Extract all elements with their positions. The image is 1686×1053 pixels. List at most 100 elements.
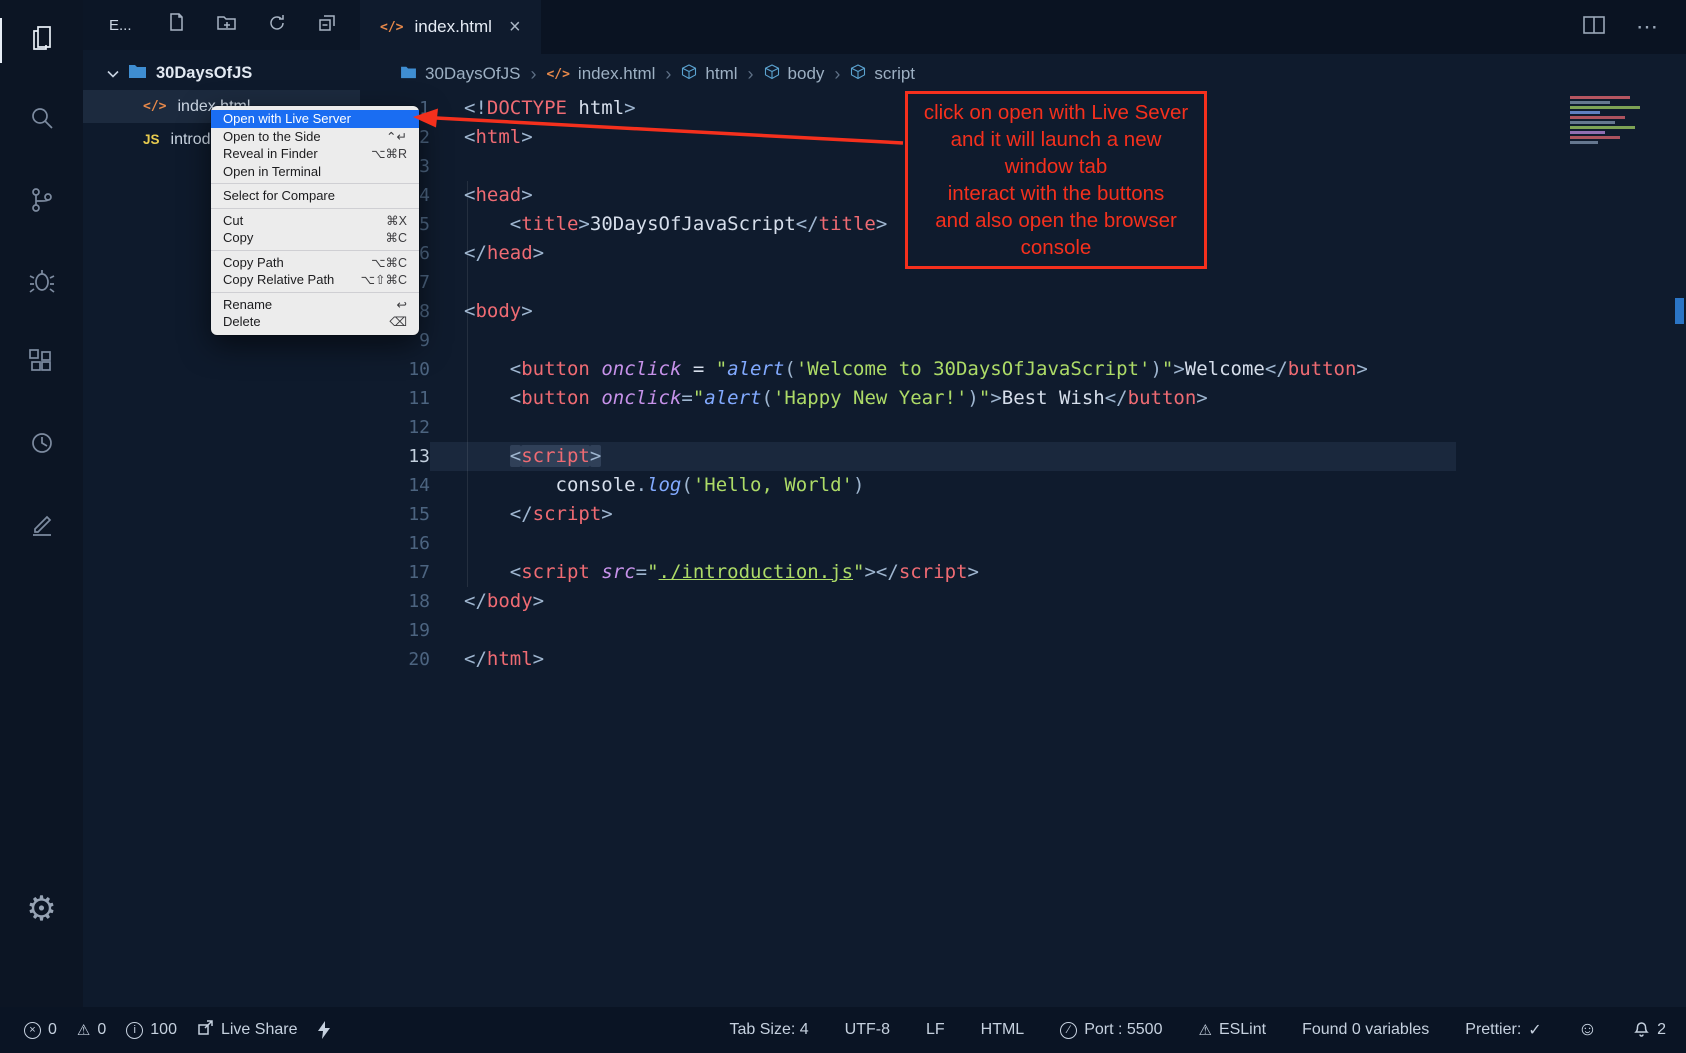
- notifications-bell[interactable]: 2: [1633, 1019, 1666, 1042]
- eslint-indicator[interactable]: ⚠ ESLint: [1198, 1021, 1266, 1039]
- prettier-indicator[interactable]: Prettier: ✓: [1465, 1020, 1541, 1040]
- overview-ruler-marker[interactable]: [1675, 298, 1684, 324]
- code-token: >: [990, 387, 1001, 409]
- new-folder-icon[interactable]: [216, 12, 238, 39]
- split-editor-icon[interactable]: [1582, 14, 1606, 41]
- code-line[interactable]: 8<body>: [360, 297, 1686, 326]
- extensions-view-button[interactable]: [0, 324, 83, 405]
- menu-item-copy[interactable]: Copy ⌘C: [211, 229, 419, 247]
- feedback-smiley-icon[interactable]: ☺: [1578, 1019, 1597, 1041]
- info-icon: i: [126, 1022, 143, 1039]
- breadcrumb-item-html[interactable]: html: [681, 64, 737, 85]
- menu-separator: [211, 292, 419, 293]
- menu-item-copy-relative-path[interactable]: Copy Relative Path ⌥⇧⌘C: [211, 271, 419, 289]
- language-indicator[interactable]: HTML: [981, 1021, 1025, 1039]
- menu-item-open-to-the-side[interactable]: Open to the Side ⌃↵: [211, 128, 419, 146]
- line-number[interactable]: 15: [360, 500, 430, 529]
- line-number[interactable]: 20: [360, 645, 430, 674]
- code-token: >: [590, 445, 601, 467]
- code-token: Welcome: [1185, 358, 1265, 380]
- code-line[interactable]: 16: [360, 529, 1686, 558]
- code-token: >: [521, 184, 532, 206]
- code-token: onclick: [601, 387, 681, 409]
- code-line[interactable]: 14 console.log('Hello, World'): [360, 471, 1686, 500]
- code-line[interactable]: 13 <script>: [360, 442, 1686, 471]
- info-count[interactable]: i 100: [126, 1021, 177, 1039]
- line-number[interactable]: 10: [360, 355, 430, 384]
- menu-item-open-with-live-server[interactable]: Open with Live Server: [211, 110, 419, 128]
- run-debug-view-button[interactable]: [0, 243, 83, 324]
- menu-item-reveal-in-finder[interactable]: Reveal in Finder ⌥⌘R: [211, 145, 419, 163]
- line-number[interactable]: 14: [360, 471, 430, 500]
- tab-label: index.html: [414, 17, 491, 37]
- code-line[interactable]: 20</html>: [360, 645, 1686, 674]
- code-token: [464, 213, 510, 235]
- code-line[interactable]: 15 </script>: [360, 500, 1686, 529]
- line-number[interactable]: 16: [360, 529, 430, 558]
- source-control-view-button[interactable]: [0, 162, 83, 243]
- refresh-icon[interactable]: [266, 12, 288, 39]
- tab-index-html[interactable]: </> index.html ×: [360, 0, 541, 54]
- line-number[interactable]: 19: [360, 616, 430, 645]
- variables-indicator[interactable]: Found 0 variables: [1302, 1021, 1429, 1039]
- code-token: console: [556, 474, 636, 496]
- explorer-view-button[interactable]: [0, 0, 83, 81]
- breadcrumb-item-file[interactable]: </> index.html: [546, 64, 655, 84]
- code-line[interactable]: 18</body>: [360, 587, 1686, 616]
- flash-icon[interactable]: [317, 1021, 331, 1039]
- warning-icon: ⚠: [1198, 1021, 1211, 1039]
- line-number[interactable]: 18: [360, 587, 430, 616]
- problems-errors[interactable]: × 0: [24, 1021, 57, 1039]
- menu-item-copy-path[interactable]: Copy Path ⌥⌘C: [211, 254, 419, 272]
- problems-warnings[interactable]: ⚠ 0: [77, 1021, 106, 1039]
- history-view-button[interactable]: [0, 405, 83, 486]
- html-file-icon: </>: [143, 99, 166, 114]
- check-icon: ✓: [1528, 1020, 1541, 1040]
- code-text: [430, 529, 1456, 558]
- encoding-indicator[interactable]: UTF-8: [845, 1021, 890, 1039]
- code-line[interactable]: 12: [360, 413, 1686, 442]
- files-icon: [26, 22, 58, 59]
- menu-item-rename[interactable]: Rename ↩: [211, 296, 419, 314]
- code-token: .: [636, 474, 647, 496]
- code-line[interactable]: 11 <button onclick="alert('Happy New Yea…: [360, 384, 1686, 413]
- collapse-folders-icon[interactable]: [316, 12, 338, 39]
- error-icon: ×: [24, 1022, 41, 1039]
- minimap[interactable]: [1570, 96, 1670, 148]
- chevron-right-icon: ›: [834, 64, 840, 85]
- search-view-button[interactable]: [0, 81, 83, 162]
- menu-item-select-for-compare[interactable]: Select for Compare: [211, 187, 419, 205]
- settings-gear-icon[interactable]: ⚙: [0, 889, 83, 929]
- port-indicator[interactable]: ∕ Port : 5500: [1060, 1021, 1162, 1039]
- code-line[interactable]: 7: [360, 268, 1686, 297]
- breadcrumb-item-script[interactable]: script: [850, 64, 915, 85]
- breadcrumb-item-body[interactable]: body: [764, 64, 825, 85]
- code-text: <button onclick="alert('Happy New Year!'…: [430, 384, 1456, 413]
- line-number[interactable]: 11: [360, 384, 430, 413]
- code-token: ": [979, 387, 990, 409]
- menu-item-delete[interactable]: Delete ⌫: [211, 313, 419, 331]
- close-icon[interactable]: ×: [509, 16, 521, 39]
- code-line[interactable]: 17 <script src="./introduction.js"></scr…: [360, 558, 1686, 587]
- code-token: (: [762, 387, 773, 409]
- line-number[interactable]: 12: [360, 413, 430, 442]
- feedback-view-button[interactable]: [0, 486, 83, 567]
- line-number[interactable]: 13: [360, 442, 430, 471]
- code-token: >: [601, 503, 612, 525]
- explorer-root-folder[interactable]: 30DaysOfJS: [83, 56, 360, 90]
- live-share-button[interactable]: Live Share: [197, 1019, 298, 1041]
- new-file-icon[interactable]: [166, 12, 188, 39]
- menu-item-cut[interactable]: Cut ⌘X: [211, 212, 419, 230]
- vscode-window: ⚙ E...: [0, 0, 1686, 1053]
- eol-indicator[interactable]: LF: [926, 1021, 945, 1039]
- history-icon: [26, 427, 58, 464]
- code-line[interactable]: 19: [360, 616, 1686, 645]
- tab-size-indicator[interactable]: Tab Size: 4: [729, 1021, 808, 1039]
- code-line[interactable]: 10 <button onclick = "alert('Welcome to …: [360, 355, 1686, 384]
- code-line[interactable]: 9: [360, 326, 1686, 355]
- more-actions-icon[interactable]: ⋯: [1636, 14, 1660, 40]
- breadcrumb-item-folder[interactable]: 30DaysOfJS: [400, 64, 520, 84]
- line-number[interactable]: 17: [360, 558, 430, 587]
- menu-item-open-in-terminal[interactable]: Open in Terminal: [211, 163, 419, 181]
- code-token: </: [796, 213, 819, 235]
